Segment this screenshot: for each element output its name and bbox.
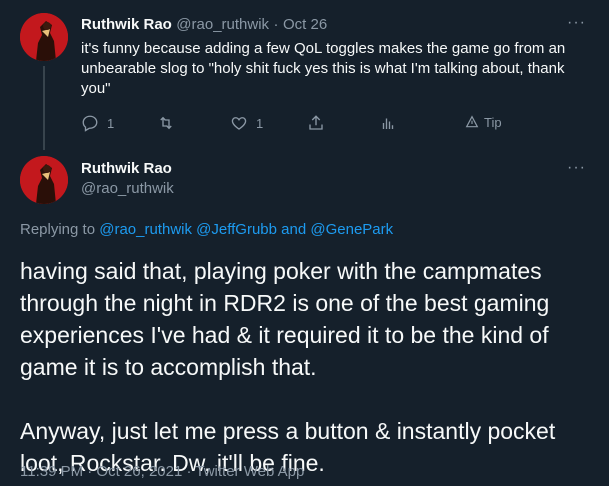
replying-to-and[interactable]: and <box>277 221 310 238</box>
tweet-date[interactable]: Oct 26 <box>283 16 327 33</box>
reply-count: 1 <box>107 115 115 131</box>
like-count: 1 <box>256 115 264 131</box>
previous-tweet-text: it's funny because adding a few QoL togg… <box>81 40 566 97</box>
heart-icon <box>231 117 247 130</box>
avatar-image <box>20 13 68 61</box>
replying-to-link[interactable]: @rao_ruthwik <box>99 221 192 238</box>
more-options-button[interactable]: ··· <box>567 14 586 32</box>
replying-to: Replying to @rao_ruthwik @JeffGrubb and … <box>20 221 393 238</box>
display-name[interactable]: Ruthwik Rao <box>81 16 172 33</box>
ellipsis-icon: ··· <box>567 14 586 31</box>
main-display-name[interactable]: Ruthwik Rao <box>81 160 172 177</box>
main-avatar[interactable] <box>20 156 68 204</box>
main-handle[interactable]: @rao_ruthwik <box>81 180 174 197</box>
share-button[interactable] <box>307 114 325 132</box>
replying-to-link[interactable]: @GenePark <box>310 221 393 238</box>
replying-to-label: Replying to <box>20 221 100 238</box>
ellipsis-icon: ··· <box>567 159 586 176</box>
tweet-timestamp[interactable]: 11:39 PM · Oct 26, 2021 · Twitter Web Ap… <box>20 463 304 480</box>
tip-button[interactable]: Tip <box>464 114 502 130</box>
like-button[interactable]: 1 <box>230 114 263 132</box>
tip-label: Tip <box>484 114 502 130</box>
replying-to-link[interactable]: @JeffGrubb <box>196 221 277 238</box>
separator: · <box>273 16 279 33</box>
reply-button[interactable]: 1 <box>81 114 114 132</box>
analytics-button[interactable] <box>379 114 397 132</box>
main-more-options-button[interactable]: ··· <box>567 159 586 177</box>
retweet-button[interactable] <box>157 114 183 132</box>
handle[interactable]: @rao_ruthwik <box>176 16 269 33</box>
reply-icon <box>82 115 98 132</box>
avatar-image <box>20 156 68 204</box>
tip-icon <box>465 115 479 128</box>
analytics-icon <box>382 118 394 129</box>
thread-line <box>43 66 45 150</box>
share-icon <box>309 115 323 130</box>
avatar[interactable] <box>20 13 68 61</box>
main-tweet-text: having said that, playing poker with the… <box>20 255 580 479</box>
retweet-icon <box>160 116 172 130</box>
tweet-paragraph: having said that, playing poker with the… <box>20 258 550 380</box>
previous-tweet-header: Ruthwik Rao @rao_ruthwik · Oct 26 <box>81 16 327 34</box>
